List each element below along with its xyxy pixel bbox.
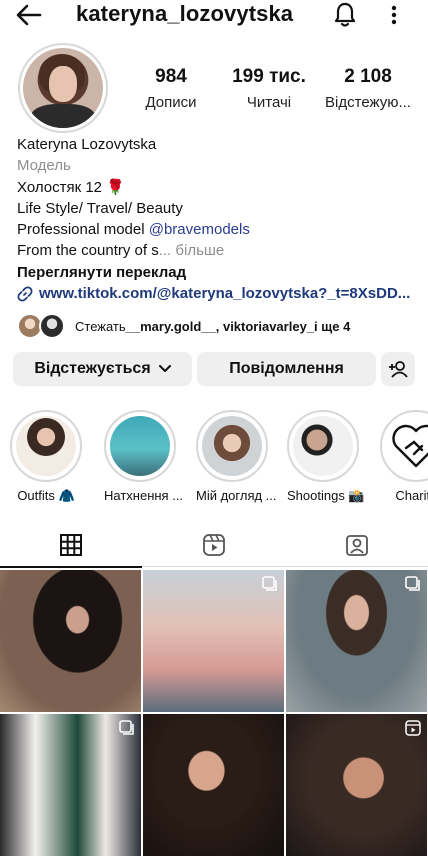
add-person-icon bbox=[389, 361, 408, 378]
handshake-heart-icon bbox=[392, 424, 428, 468]
carousel-icon bbox=[262, 576, 277, 591]
avatar bbox=[39, 313, 65, 339]
grid-icon bbox=[60, 534, 82, 556]
highlight-outfits[interactable]: Outfits 🧥 bbox=[10, 410, 82, 504]
see-translation-link[interactable]: Переглянути переклад bbox=[17, 262, 417, 283]
reels-icon bbox=[203, 534, 225, 556]
bio-line-1-text: Холостяк 12 bbox=[17, 178, 103, 196]
profile-display-name: Kateryna Lozovytska bbox=[17, 136, 157, 153]
carousel-icon bbox=[119, 720, 134, 735]
post-thumbnail[interactable] bbox=[286, 714, 427, 856]
external-link-url: www.tiktok.com/@kateryna_lozovytska?_t=8… bbox=[39, 285, 411, 303]
bio-line-2: Life Style/ Travel/ Beauty bbox=[17, 199, 183, 217]
stat-following[interactable]: 2 108 Відстежую... bbox=[318, 66, 418, 111]
bell-icon bbox=[334, 2, 356, 27]
highlight-label: Натхнення ... bbox=[104, 488, 184, 503]
bravemodels-mention-link[interactable]: @bravemodels bbox=[149, 221, 250, 238]
bio-line-4-text: From the country of s bbox=[17, 242, 159, 260]
notifications-button[interactable] bbox=[330, 0, 360, 30]
mutual-avatars bbox=[17, 313, 67, 339]
stat-posts-value: 984 bbox=[155, 66, 187, 87]
profile-avatar[interactable] bbox=[18, 43, 108, 133]
highlight-charity[interactable]: Charity bbox=[380, 410, 428, 503]
highlight-cover bbox=[202, 416, 262, 476]
bio-line-4: From the country of s... більше bbox=[17, 240, 417, 261]
mutual-suffix: і ще 4 bbox=[314, 318, 351, 334]
post-thumbnail[interactable] bbox=[286, 570, 427, 712]
suggest-people-button[interactable] bbox=[381, 352, 415, 386]
more-options-button[interactable] bbox=[382, 0, 406, 30]
bio-line-3-prefix: Professional model bbox=[17, 221, 149, 239]
stat-following-value: 2 108 bbox=[344, 66, 392, 87]
stat-followers-value: 199 тис. bbox=[232, 66, 306, 87]
tab-tagged[interactable] bbox=[286, 523, 428, 567]
highlight-cover bbox=[16, 416, 76, 476]
bio-line-1: Холостяк 12 🌹 bbox=[17, 177, 417, 198]
more-vertical-icon bbox=[391, 5, 397, 25]
mutual-followers[interactable]: Стежать __mary.gold__, viktoriavarley_ і… bbox=[17, 312, 350, 340]
stat-posts-label: Дописи bbox=[145, 94, 197, 111]
carousel-icon bbox=[405, 576, 420, 591]
stat-followers[interactable]: 199 тис. Читачі bbox=[224, 66, 314, 111]
tab-posts-grid[interactable] bbox=[0, 523, 142, 568]
profile-tabs bbox=[0, 523, 428, 568]
profile-category: Модель bbox=[17, 157, 71, 175]
post-thumbnail[interactable] bbox=[0, 570, 141, 712]
highlight-shootings[interactable]: Shootings 📸 bbox=[287, 410, 365, 504]
reels-icon bbox=[405, 720, 421, 736]
stat-posts[interactable]: 984 Дописи bbox=[136, 66, 206, 111]
top-bar: kateryna_lozovytska bbox=[0, 0, 428, 30]
tagged-person-icon bbox=[346, 535, 368, 556]
highlight-label: Shootings 📸 bbox=[287, 488, 365, 503]
mutual-prefix: Стежать bbox=[75, 318, 126, 334]
message-button-label: Повідомлення bbox=[229, 360, 344, 377]
rose-emoji: 🌹 bbox=[106, 178, 125, 196]
highlight-label: Outfits 🧥 bbox=[17, 488, 75, 503]
post-thumbnail[interactable] bbox=[0, 714, 141, 856]
post-thumbnail[interactable] bbox=[143, 570, 284, 712]
following-button-label: Відстежується bbox=[34, 360, 151, 377]
back-button[interactable] bbox=[14, 2, 44, 28]
highlight-cover bbox=[110, 416, 170, 476]
stat-followers-label: Читачі bbox=[246, 94, 292, 111]
back-arrow-icon bbox=[16, 4, 42, 26]
bio-more-link[interactable]: ... більше bbox=[159, 242, 225, 259]
profile-bio: Kateryna Lozovytska Модель Холостяк 12 🌹… bbox=[17, 134, 417, 304]
avatar-image bbox=[23, 48, 103, 128]
link-icon bbox=[17, 286, 33, 302]
highlight-label: Мій догляд ... bbox=[196, 488, 277, 503]
message-button[interactable]: Повідомлення bbox=[197, 352, 376, 386]
bio-line-3: Professional model @bravemodels bbox=[17, 219, 417, 240]
highlight-my-care[interactable]: Мій догляд ... bbox=[196, 410, 277, 503]
profile-username: kateryna_lozovytska bbox=[76, 1, 294, 26]
mutual-names: __mary.gold__, viktoriavarley_ bbox=[125, 318, 315, 334]
chevron-down-icon bbox=[158, 365, 171, 372]
post-thumbnail[interactable] bbox=[143, 714, 284, 856]
external-link[interactable]: www.tiktok.com/@kateryna_lozovytska?_t=8… bbox=[17, 283, 417, 304]
following-button[interactable]: Відстежується bbox=[13, 352, 192, 386]
tab-reels[interactable] bbox=[143, 523, 285, 567]
highlight-cover bbox=[293, 416, 353, 476]
stat-following-label: Відстежую... bbox=[325, 94, 411, 111]
highlight-inspiration[interactable]: Натхнення ... bbox=[104, 410, 184, 503]
highlight-label: Charity bbox=[395, 488, 428, 503]
